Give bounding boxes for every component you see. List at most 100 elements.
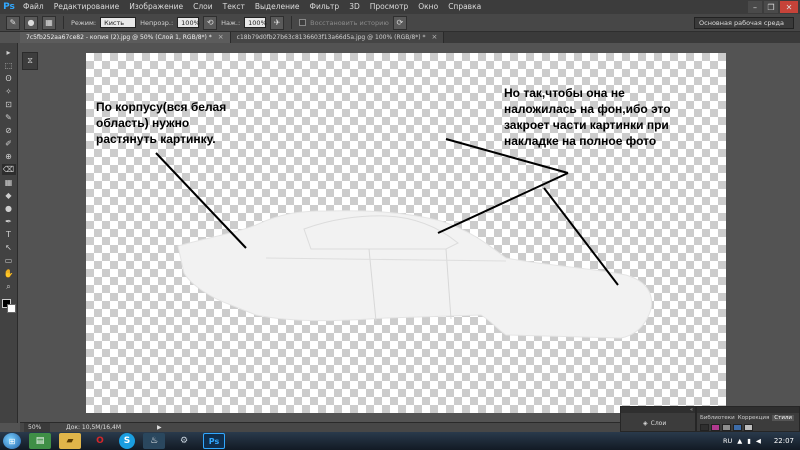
flow-label: Наж.: — [221, 18, 241, 27]
windows-logo-icon: ⊞ — [8, 436, 16, 446]
zoom-field[interactable]: 50% — [24, 423, 50, 432]
menu-layers[interactable]: Слои — [188, 0, 218, 14]
history-panel-icon: ⧖ — [27, 56, 33, 65]
opacity-field[interactable]: 100% — [177, 17, 200, 28]
opera-app[interactable]: O — [89, 433, 111, 449]
history-checkbox[interactable] — [299, 19, 307, 26]
marquee-tool-icon[interactable]: ⬚ — [2, 60, 16, 71]
tab-styles[interactable]: Стили — [772, 415, 794, 421]
magic-wand-tool-icon[interactable]: ✧ — [2, 86, 16, 97]
blur-tool-icon[interactable]: ● — [2, 203, 16, 214]
canvas[interactable]: По корпусу(вся белая область) нужно раст… — [86, 53, 726, 413]
history-panel-toggle[interactable]: ⧖ — [22, 52, 38, 70]
workspace-select[interactable]: Основная рабочая среда — [694, 16, 794, 29]
photoshop-logo-icon: Ps — [3, 2, 15, 12]
annotation-line-text: наложилась на фон,ибо это — [504, 102, 671, 116]
layers-panel-button[interactable]: ◈ Слои — [643, 417, 666, 429]
mode-select[interactable]: Кисть — [100, 17, 137, 28]
network-icon[interactable]: ▮ — [747, 437, 751, 445]
annotation-right: Но так,чтобы она не наложилась на фон,иб… — [504, 85, 671, 149]
status-menu-arrow-icon[interactable]: ▶ — [157, 424, 162, 431]
type-tool-icon[interactable]: T — [2, 229, 16, 240]
tab-document-2[interactable]: c18b79d0fb27b63c8136603f13a66d5a.jpg @ 1… — [230, 32, 445, 43]
hand-tool-icon[interactable]: ✋ — [2, 268, 16, 279]
close-icon[interactable]: × — [218, 32, 224, 43]
menu-image[interactable]: Изображение — [124, 0, 188, 14]
panel-header — [697, 407, 799, 413]
color-picker[interactable] — [1, 298, 17, 316]
car-body-shape — [177, 210, 653, 339]
tab-adjustments[interactable]: Коррекция — [738, 415, 770, 421]
pen-tool-icon[interactable]: ✒ — [2, 216, 16, 227]
menu-file[interactable]: Файл — [18, 0, 49, 14]
steam-app[interactable]: ♨ — [143, 433, 165, 449]
skype-app[interactable]: S — [119, 433, 135, 449]
pressure-size-icon[interactable]: ⟳ — [392, 15, 407, 30]
restore-button[interactable]: ❐ — [764, 1, 778, 13]
document-tabs: 7c5fb252aa67ce82 - копия (2).jpg @ 50% (… — [20, 32, 800, 43]
move-tool-icon[interactable]: ▸ — [2, 47, 16, 58]
close-window-button[interactable]: ✕ — [780, 1, 798, 13]
excel-app[interactable]: ▤ — [29, 433, 51, 449]
healing-tool-icon[interactable]: ⊘ — [2, 125, 16, 136]
photoshop-app[interactable]: Ps — [203, 433, 225, 449]
annotation-line-text: Но так,чтобы она не — [504, 86, 625, 100]
style-swatch[interactable] — [744, 424, 753, 431]
brush-tool-icon[interactable]: ✐ — [2, 138, 16, 149]
history-brush-tool-icon[interactable]: ⌫ — [1, 164, 16, 175]
eraser-tool-icon[interactable]: ▦ — [2, 177, 16, 188]
windows-taskbar: ⊞ ▤ ▰ O S ♨ ⚙ Ps RU ▲ ▮ ◀ 22:07 — [0, 432, 800, 450]
volume-icon[interactable]: ◀ — [756, 437, 761, 445]
explorer-app[interactable]: ▰ — [59, 433, 81, 449]
menu-help[interactable]: Справка — [443, 0, 486, 14]
menu-window[interactable]: Окно — [413, 0, 443, 14]
menu-view[interactable]: Просмотр — [365, 0, 414, 14]
system-tray: RU ▲ ▮ ◀ 22:07 — [723, 437, 794, 445]
menu-select[interactable]: Выделение — [250, 0, 305, 14]
clone-stamp-tool-icon[interactable]: ⊕ — [2, 151, 16, 162]
annotation-line-text: растянуть картинку. — [96, 132, 216, 146]
annotation-line — [437, 172, 569, 234]
background-color-swatch[interactable] — [6, 304, 16, 313]
tab-document-1[interactable]: 7c5fb252aa67ce82 - копия (2).jpg @ 50% (… — [20, 32, 231, 43]
style-swatch[interactable] — [711, 424, 720, 431]
tray-arrow-icon[interactable]: ▲ — [737, 437, 742, 445]
history-brush-tool-icon[interactable]: ✎ — [6, 15, 20, 30]
zoom-tool-icon[interactable]: ⌕ — [2, 281, 16, 292]
minimize-button[interactable]: – — [748, 1, 762, 13]
annotation-line-text: область) нужно — [96, 116, 190, 130]
menu-3d[interactable]: 3D — [344, 0, 365, 14]
menu-type[interactable]: Текст — [218, 0, 250, 14]
gradient-tool-icon[interactable]: ◆ — [2, 190, 16, 201]
menu-filter[interactable]: Фильтр — [305, 0, 345, 14]
airbrush-icon[interactable]: ✈ — [270, 15, 285, 30]
close-icon[interactable]: × — [431, 32, 437, 43]
menu-edit[interactable]: Редактирование — [49, 0, 124, 14]
eyedropper-tool-icon[interactable]: ✎ — [2, 112, 16, 123]
tab-label: 7c5fb252aa67ce82 - копия (2).jpg @ 50% (… — [26, 34, 212, 41]
lasso-tool-icon[interactable]: ʘ — [2, 73, 16, 84]
document-window: По корпусу(вся белая область) нужно раст… — [20, 43, 800, 422]
brush-panel-toggle-icon[interactable]: ▦ — [42, 15, 56, 30]
style-swatch[interactable] — [722, 424, 731, 431]
style-swatch[interactable] — [733, 424, 742, 431]
start-button[interactable]: ⊞ — [3, 433, 21, 449]
flow-field[interactable]: 100% — [244, 17, 267, 28]
style-swatch[interactable] — [700, 424, 709, 431]
annotation-line-text: По корпусу(вся белая — [96, 100, 227, 114]
shape-tool-icon[interactable]: ▭ — [2, 255, 16, 266]
divider — [291, 16, 293, 29]
clock[interactable]: 22:07 — [774, 437, 794, 445]
annotation-line-text: накладке на полное фото — [504, 134, 657, 148]
crop-tool-icon[interactable]: ⊡ — [2, 99, 16, 110]
layers-icon: ◈ — [643, 419, 648, 427]
language-indicator[interactable]: RU — [723, 437, 732, 445]
path-selection-tool-icon[interactable]: ↖ — [2, 242, 16, 253]
window-controls: – ❐ ✕ — [748, 0, 800, 14]
settings-app[interactable]: ⚙ — [173, 433, 195, 449]
tab-libraries[interactable]: Библиотеки — [700, 415, 735, 421]
layers-panel-collapsed: « ◈ Слои — [620, 406, 696, 432]
brush-size-picker[interactable]: ● — [24, 15, 38, 30]
pressure-opacity-icon[interactable]: ⟲ — [203, 15, 218, 30]
tab-label: c18b79d0fb27b63c8136603f13a66d5a.jpg @ 1… — [236, 34, 426, 41]
